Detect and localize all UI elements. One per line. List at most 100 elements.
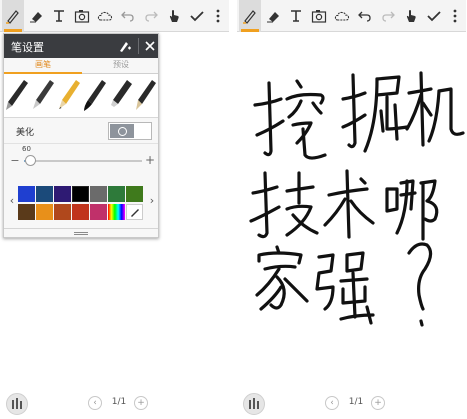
left-screen: 笔设置 画笔 预设 美化 60 − + ‹ › ‹ 1/1 + bbox=[0, 0, 229, 419]
pen-icon bbox=[6, 10, 19, 24]
brush-pen-icon bbox=[84, 80, 106, 111]
palette-next-button[interactable]: › bbox=[147, 194, 157, 207]
redo-icon bbox=[382, 11, 395, 22]
calligraphy-pen-icon bbox=[33, 80, 54, 109]
prev-page-button[interactable]: ‹ bbox=[88, 396, 102, 410]
pen-tool-button[interactable] bbox=[2, 0, 24, 32]
text-icon bbox=[54, 10, 64, 22]
more-icon bbox=[216, 9, 220, 23]
pen-type-marker[interactable] bbox=[108, 76, 134, 116]
color-spectrum-swatch[interactable] bbox=[108, 204, 125, 220]
undo-button[interactable] bbox=[354, 0, 376, 32]
pen-type-pencil[interactable] bbox=[56, 76, 82, 116]
shape-tool-button[interactable] bbox=[331, 0, 353, 32]
color-swatch[interactable] bbox=[18, 204, 35, 220]
color-swatch[interactable] bbox=[18, 186, 35, 202]
color-swatch[interactable] bbox=[126, 186, 143, 202]
eyedropper-button[interactable] bbox=[126, 204, 143, 220]
select-tool-button[interactable] bbox=[400, 0, 422, 32]
hand-icon bbox=[406, 10, 416, 22]
toolbar bbox=[237, 0, 466, 32]
done-button[interactable] bbox=[423, 0, 445, 32]
redo-button[interactable] bbox=[377, 0, 399, 32]
pen-settings-header: 笔设置 bbox=[4, 34, 158, 58]
undo-icon bbox=[358, 11, 371, 22]
text-tool-button[interactable] bbox=[48, 0, 70, 32]
handwritten-char-shu bbox=[323, 169, 375, 239]
bottom-bar: ‹ 1/1 + bbox=[0, 389, 229, 419]
add-page-button[interactable]: + bbox=[371, 396, 385, 410]
tab-presets[interactable]: 预设 bbox=[82, 58, 160, 74]
pen-type-brush[interactable] bbox=[82, 76, 108, 116]
handwritten-char-question bbox=[407, 242, 433, 327]
color-swatch[interactable] bbox=[90, 204, 107, 220]
ink-pen-icon bbox=[136, 80, 156, 110]
toolbar bbox=[0, 0, 229, 32]
beautify-label: 美化 bbox=[16, 128, 35, 138]
pen-settings-tabs: 画笔 预设 bbox=[4, 58, 158, 74]
more-icon bbox=[453, 9, 457, 23]
pen-type-calligraphy[interactable] bbox=[30, 76, 56, 116]
color-swatch[interactable] bbox=[36, 186, 53, 202]
beautify-row: 美化 bbox=[4, 118, 158, 144]
page-indicator: 1/1 bbox=[348, 397, 364, 407]
pen-size-row: 60 − + bbox=[4, 144, 158, 174]
pen-size-slider[interactable] bbox=[24, 155, 142, 166]
more-menu-button[interactable] bbox=[444, 0, 466, 32]
color-swatch[interactable] bbox=[54, 186, 71, 202]
pen-size-value: 60 bbox=[22, 145, 31, 153]
color-swatch[interactable] bbox=[72, 204, 89, 220]
more-menu-button[interactable] bbox=[207, 0, 229, 32]
pen-type-list bbox=[4, 74, 158, 118]
slider-thumb[interactable] bbox=[25, 155, 36, 166]
color-swatches bbox=[18, 186, 146, 222]
text-tool-button[interactable] bbox=[285, 0, 307, 32]
size-increase-button[interactable]: + bbox=[144, 153, 156, 167]
text-icon bbox=[291, 10, 301, 22]
pens-icon bbox=[12, 398, 22, 409]
pen-icon bbox=[243, 10, 256, 24]
screen-divider bbox=[229, 0, 237, 419]
eraser-tool-button[interactable] bbox=[25, 0, 47, 32]
pen-tool-button[interactable] bbox=[239, 0, 261, 32]
size-decrease-button[interactable]: − bbox=[10, 154, 20, 167]
color-swatch[interactable] bbox=[72, 186, 89, 202]
close-button[interactable] bbox=[139, 34, 161, 58]
color-swatch[interactable] bbox=[90, 186, 107, 202]
camera-icon bbox=[311, 10, 327, 23]
pen-manager-button[interactable] bbox=[6, 393, 28, 415]
check-icon bbox=[190, 11, 204, 22]
handwriting-canvas[interactable] bbox=[237, 33, 466, 383]
color-swatch[interactable] bbox=[54, 204, 71, 220]
right-screen: ‹ 1/1 + bbox=[237, 0, 466, 419]
select-tool-button[interactable] bbox=[163, 0, 185, 32]
prev-page-button[interactable]: ‹ bbox=[325, 396, 339, 410]
handwritten-char-jue bbox=[341, 73, 409, 153]
pen-manager-button[interactable] bbox=[243, 393, 265, 415]
save-preset-button[interactable] bbox=[114, 34, 136, 58]
shape-tool-button[interactable] bbox=[94, 0, 116, 32]
palette-prev-button[interactable]: ‹ bbox=[7, 194, 17, 207]
pen-settings-title: 笔设置 bbox=[11, 41, 44, 54]
eraser-tool-button[interactable] bbox=[262, 0, 284, 32]
image-tool-button[interactable] bbox=[71, 0, 93, 32]
color-swatch[interactable] bbox=[36, 204, 53, 220]
pen-type-ink[interactable] bbox=[132, 76, 158, 116]
fountain-pen-icon bbox=[6, 80, 28, 110]
eraser-icon bbox=[30, 12, 42, 23]
undo-button[interactable] bbox=[117, 0, 139, 32]
close-icon bbox=[145, 41, 155, 51]
redo-button[interactable] bbox=[140, 0, 162, 32]
eraser-icon bbox=[267, 12, 279, 23]
image-tool-button[interactable] bbox=[308, 0, 330, 32]
handwritten-char-wa bbox=[253, 79, 327, 160]
tab-pen[interactable]: 画笔 bbox=[4, 58, 82, 74]
pen-type-fountain[interactable] bbox=[4, 76, 30, 116]
done-button[interactable] bbox=[186, 0, 208, 32]
add-page-button[interactable]: + bbox=[134, 396, 148, 410]
color-swatch[interactable] bbox=[108, 186, 125, 202]
check-icon bbox=[427, 11, 441, 22]
popup-drag-handle[interactable] bbox=[4, 228, 158, 237]
beautify-toggle[interactable] bbox=[108, 122, 152, 140]
pencil-icon bbox=[59, 80, 80, 109]
